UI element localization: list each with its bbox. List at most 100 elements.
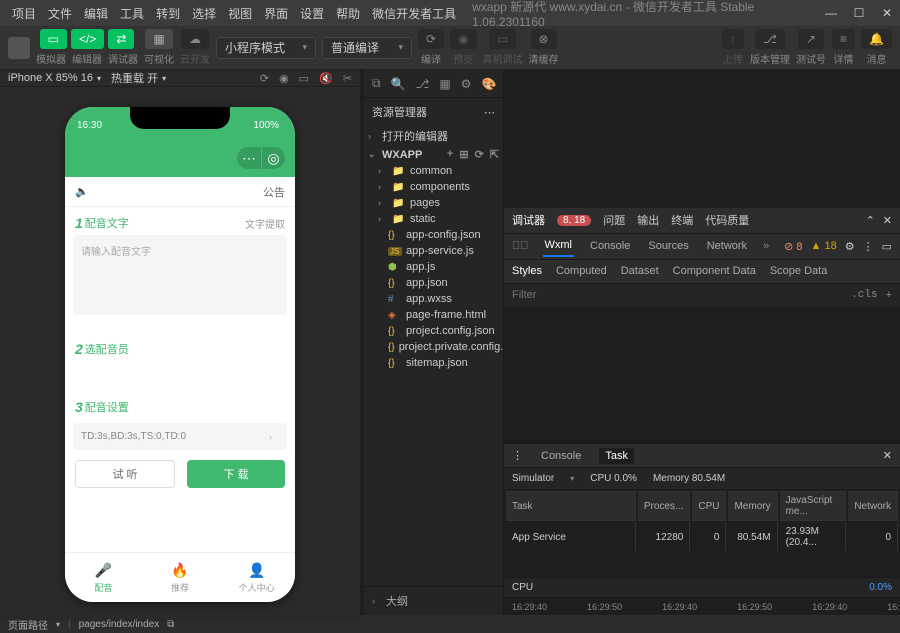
tab-profile[interactable]: 👤个人中心: [218, 553, 295, 602]
output-tab[interactable]: 输出: [637, 212, 659, 228]
file-app-json[interactable]: {}app.json: [364, 275, 503, 291]
cpu-timeline[interactable]: 16:29:40 16:29:50 16:29:40 16:29:50 16:2…: [504, 597, 900, 615]
compile-button[interactable]: ⟳: [418, 29, 444, 49]
menu-settings[interactable]: 设置: [294, 5, 330, 22]
close-task-icon[interactable]: ✕: [883, 449, 892, 462]
file-page-frame[interactable]: ◈page-frame.html: [364, 307, 503, 323]
console-tab[interactable]: Console: [588, 236, 632, 256]
error-count[interactable]: ⊘ 8: [784, 240, 802, 253]
menu-goto[interactable]: 转到: [150, 5, 186, 22]
debugger-button[interactable]: ⇄: [108, 29, 134, 49]
settings-icon[interactable]: ⚙: [845, 240, 855, 253]
ext-icon[interactable]: ▦: [439, 77, 450, 91]
avatar[interactable]: [8, 37, 30, 59]
problems-tab[interactable]: 问题: [603, 212, 625, 228]
component-data-tab[interactable]: Component Data: [673, 265, 756, 277]
hot-reload-toggle[interactable]: 热重载 开▾: [111, 70, 166, 86]
add-style-button[interactable]: +: [886, 289, 892, 301]
minimize-button[interactable]: —: [824, 6, 838, 20]
styles-tab[interactable]: Styles: [512, 265, 542, 277]
cloud-button[interactable]: ☁: [181, 29, 209, 49]
warning-count[interactable]: ▲ 18: [811, 240, 837, 252]
kebab-icon[interactable]: ⋮: [863, 240, 874, 253]
device-icon[interactable]: ▭: [299, 72, 309, 85]
palette-icon[interactable]: 🎨: [481, 77, 496, 91]
inspect-icon[interactable]: �⃞: [512, 240, 529, 252]
computed-tab[interactable]: Computed: [556, 265, 607, 277]
detail-button[interactable]: ≡: [832, 29, 855, 49]
new-folder-icon[interactable]: ⊞: [459, 148, 468, 161]
maximize-button[interactable]: ☐: [852, 6, 866, 20]
dataset-tab[interactable]: Dataset: [621, 265, 659, 277]
file-app-config[interactable]: {}app-config.json: [364, 227, 503, 243]
folder-static[interactable]: ›📁static: [364, 211, 503, 227]
project-root[interactable]: ⌄WXAPP+⊞⟳⇱: [364, 146, 503, 163]
clear-cache-button[interactable]: ⊗: [531, 29, 557, 49]
tab-recommend[interactable]: 🔥推荐: [142, 553, 219, 602]
mode-select[interactable]: 小程序模式▾: [216, 37, 316, 59]
menu-file[interactable]: 文件: [42, 5, 78, 22]
refresh-icon[interactable]: ⟳: [260, 72, 269, 85]
dock-icon[interactable]: ▭: [882, 240, 892, 253]
scope-data-tab[interactable]: Scope Data: [770, 265, 827, 277]
network-tab[interactable]: Network: [705, 236, 749, 256]
new-file-icon[interactable]: +: [447, 148, 453, 161]
cut-icon[interactable]: ✂: [343, 72, 352, 85]
wxml-tab[interactable]: Wxml: [543, 235, 575, 257]
copy-path-icon[interactable]: ⧉: [167, 619, 174, 630]
tab-dub[interactable]: 🎤配音: [65, 553, 142, 602]
task-kebab-icon[interactable]: ⋮: [512, 449, 523, 462]
outline-section[interactable]: ›大纲: [364, 586, 503, 615]
preview-audio-button[interactable]: 试 听: [75, 460, 175, 488]
col-cpu[interactable]: CPU: [692, 491, 726, 521]
test-button[interactable]: ↗: [798, 29, 824, 49]
download-button[interactable]: 下 载: [187, 460, 285, 488]
dub-textarea[interactable]: 请输入配音文字: [73, 235, 287, 315]
col-network[interactable]: Network: [848, 491, 898, 521]
collapse-icon[interactable]: ⇱: [490, 148, 499, 161]
menu-ui[interactable]: 界面: [258, 5, 294, 22]
page-path[interactable]: pages/index/index: [79, 619, 160, 630]
simulator-select[interactable]: Simulator: [512, 473, 554, 484]
message-button[interactable]: 🔔: [861, 29, 892, 49]
record-icon[interactable]: ◉: [279, 72, 289, 85]
open-editors-section[interactable]: ›打开的编辑器: [364, 126, 503, 146]
menu-view[interactable]: 视图: [222, 5, 258, 22]
styles-filter-input[interactable]: [512, 289, 851, 301]
files-icon[interactable]: ⧉: [372, 76, 381, 91]
close-debugger-icon[interactable]: ✕: [883, 214, 892, 227]
path-label[interactable]: 页面路径: [8, 617, 48, 632]
refresh-tree-icon[interactable]: ⟳: [475, 148, 484, 161]
close-button[interactable]: ✕: [880, 6, 894, 20]
file-sitemap[interactable]: {}sitemap.json: [364, 355, 503, 371]
col-process[interactable]: Proces...: [638, 491, 690, 521]
tone-settings-row[interactable]: TD:3s,BD:3s,TS:0,TD:0 ›: [73, 423, 287, 450]
file-app-js[interactable]: ⬢app.js: [364, 259, 503, 275]
compile-select[interactable]: 普通编译▾: [322, 37, 412, 59]
mute-icon[interactable]: 🔇: [319, 72, 333, 85]
editor-button[interactable]: </>: [71, 29, 104, 49]
capsule-close-button[interactable]: ◎: [261, 147, 285, 169]
chevron-up-icon[interactable]: ⌃: [866, 214, 875, 227]
cls-toggle[interactable]: .cls: [851, 289, 877, 301]
menu-tools[interactable]: 工具: [114, 5, 150, 22]
col-task[interactable]: Task: [506, 491, 636, 521]
file-project-private[interactable]: {}project.private.config.js...: [364, 339, 503, 355]
quality-tab[interactable]: 代码质量: [705, 212, 749, 228]
debugger-title[interactable]: 调试器: [512, 212, 545, 228]
menu-wechat-devtools[interactable]: 微信开发者工具: [366, 5, 462, 22]
folder-components[interactable]: ›📁components: [364, 179, 503, 195]
device-select[interactable]: iPhone X 85% 16▾: [8, 72, 101, 84]
menu-project[interactable]: 项目: [6, 5, 42, 22]
more-icon[interactable]: ⚙: [461, 77, 472, 91]
menu-edit[interactable]: 编辑: [78, 5, 114, 22]
search-icon[interactable]: 🔍: [391, 77, 406, 91]
col-js[interactable]: JavaScript me...: [780, 491, 847, 521]
col-memory[interactable]: Memory: [728, 491, 777, 521]
branch-icon[interactable]: ⎇: [416, 77, 430, 91]
folder-common[interactable]: ›📁common: [364, 163, 503, 179]
task-tab[interactable]: Task: [599, 448, 634, 464]
explorer-more-icon[interactable]: ⋯: [484, 106, 495, 119]
terminal-tab[interactable]: 终端: [671, 212, 693, 228]
task-row[interactable]: App Service 12280 0 80.54M 23.93M (20.4.…: [506, 523, 898, 551]
